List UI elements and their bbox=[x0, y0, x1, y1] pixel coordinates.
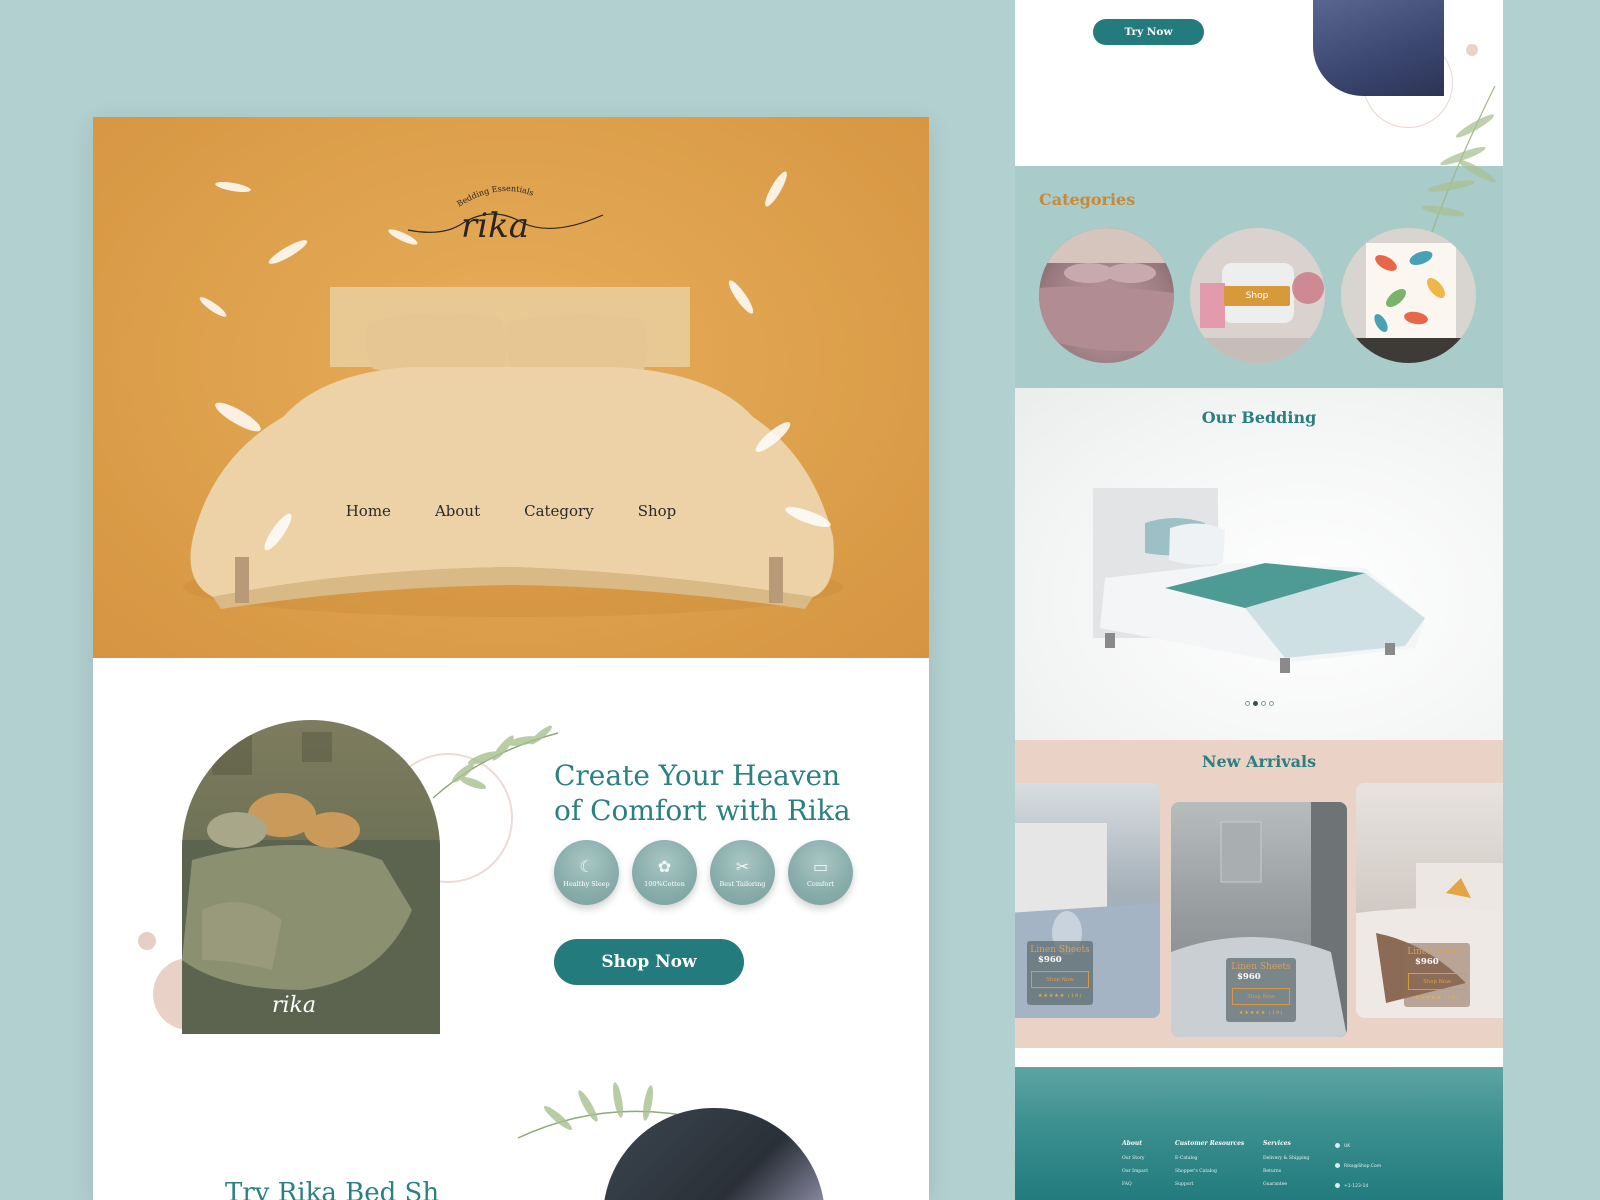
main-navigation: Home About Category Shop bbox=[93, 502, 929, 520]
cotton-icon: ✿ bbox=[657, 856, 672, 876]
mattress-photo bbox=[1313, 0, 1444, 96]
footer-link[interactable]: Shopper's Catalog bbox=[1175, 1165, 1244, 1178]
footer-link[interactable]: FAQ bbox=[1122, 1178, 1148, 1191]
footer-link[interactable]: Returns bbox=[1263, 1165, 1309, 1178]
bedroom-scene: rika bbox=[182, 732, 440, 1034]
feature-comfort: ▭ Comfort bbox=[788, 840, 853, 905]
contact-phone[interactable]: +1-123-14 bbox=[1335, 1177, 1381, 1197]
leaf-decoration bbox=[432, 725, 559, 799]
arrival-card-2[interactable]: Linen Sheets $960 Shop Now ★★★★★ (19) bbox=[1171, 802, 1347, 1037]
location-icon bbox=[1335, 1143, 1340, 1148]
cushion-image bbox=[1341, 228, 1476, 363]
brand-logo: rika Bedding Essentials bbox=[403, 175, 613, 255]
footer-contact: UK Rika@Shop.Com +1-123-14 bbox=[1335, 1137, 1381, 1197]
nav-home[interactable]: Home bbox=[324, 502, 413, 520]
arrival-card-3[interactable]: Linen Sheets $960 Shop Now ★★★★★ (19) bbox=[1356, 783, 1503, 1018]
site-footer: About Our Story Our Impact FAQ Customer … bbox=[1015, 1067, 1503, 1200]
nav-shop[interactable]: Shop bbox=[616, 502, 699, 520]
arrival-1-info: Linen Sheets $960 Shop Now ★★★★★ (19) bbox=[1027, 941, 1093, 1005]
email-icon bbox=[1335, 1163, 1340, 1168]
carousel-dot-3[interactable] bbox=[1260, 701, 1266, 706]
carousel-dot-4[interactable] bbox=[1268, 701, 1274, 706]
footer-col-resources: Customer Resources E-Catalog Shopper's C… bbox=[1175, 1140, 1244, 1191]
footer-col-services: Services Delivery & Shipping Returns Gua… bbox=[1263, 1140, 1309, 1191]
star-rating-icon: ★★★★★ (19) bbox=[1414, 995, 1460, 1001]
hero-banner: rika Bedding Essentials Home About Categ… bbox=[93, 117, 929, 658]
feature-badges: ☾ Healthy Sleep ✿ 100%Cotton ✂ Best Tail… bbox=[554, 840, 853, 905]
about-section: rika Create Your Heaven of Comfort with … bbox=[93, 658, 929, 1200]
categories-title: Categories bbox=[1039, 190, 1136, 209]
our-bedding-section: Our Bedding bbox=[1015, 388, 1503, 740]
categories-section: Categories Shop bbox=[1015, 86, 1503, 388]
our-bedding-title: Our Bedding bbox=[1201, 408, 1317, 427]
nav-category[interactable]: Category bbox=[502, 502, 616, 520]
star-rating-icon: ★★★★★ (19) bbox=[1238, 1010, 1284, 1016]
footer-link[interactable]: Delivery & Shipping bbox=[1263, 1152, 1309, 1165]
heading-line-1: Create Your Heaven bbox=[554, 759, 841, 792]
arrival-3-info: Linen Sheets $960 Shop Now ★★★★★ (19) bbox=[1404, 943, 1470, 1007]
decorative-dot bbox=[1466, 44, 1478, 56]
shop-now-button[interactable]: Shop Now bbox=[554, 939, 744, 985]
arrival-3-shop-button[interactable]: Shop Now bbox=[1408, 973, 1466, 990]
star-rating-icon: ★★★★★ (19) bbox=[1037, 993, 1083, 999]
decorative-dot bbox=[138, 932, 156, 950]
arrival-2-shop-button[interactable]: Shop Now bbox=[1232, 988, 1290, 1005]
carousel-dot-2[interactable] bbox=[1252, 701, 1258, 706]
new-arrivals-title: New Arrivals bbox=[1201, 752, 1317, 771]
category-pillows[interactable]: Shop bbox=[1190, 228, 1325, 363]
footer-link[interactable]: Our Impact bbox=[1122, 1165, 1148, 1178]
carousel-indicators bbox=[1015, 701, 1503, 706]
footer-link[interactable]: Guarantee bbox=[1263, 1178, 1309, 1191]
svg-text:rika: rika bbox=[461, 206, 529, 246]
footer-link[interactable]: E-Catalog bbox=[1175, 1152, 1244, 1165]
footer-link[interactable]: Support bbox=[1175, 1178, 1244, 1191]
try-now-button[interactable]: Try Now bbox=[1093, 19, 1204, 45]
category-cushions[interactable] bbox=[1341, 228, 1476, 363]
feature-healthy-sleep: ☾ Healthy Sleep bbox=[554, 840, 619, 905]
try-rika-title: Try Rika Bed Sh bbox=[225, 1178, 440, 1200]
heading-line-2: of Comfort with Rika bbox=[554, 794, 851, 827]
bedroom-arch-photo: rika bbox=[182, 720, 440, 1034]
footer-link[interactable]: Our Story bbox=[1122, 1152, 1148, 1165]
footer-col-about: About Our Story Our Impact FAQ bbox=[1122, 1140, 1148, 1191]
bedding-product-image bbox=[1093, 488, 1425, 673]
nav-about[interactable]: About bbox=[413, 502, 502, 520]
sleep-icon: ☾ bbox=[579, 856, 594, 876]
arrival-1-shop-button[interactable]: Shop Now bbox=[1031, 971, 1089, 988]
landing-page-panel: rika Bedding Essentials Home About Categ… bbox=[93, 117, 929, 1200]
feature-cotton: ✿ 100%Cotton bbox=[632, 840, 697, 905]
feature-tailoring: ✂ Best Tailoring bbox=[710, 840, 775, 905]
svg-text:Bedding Essentials: Bedding Essentials bbox=[455, 184, 535, 209]
carousel-dot-1[interactable] bbox=[1244, 701, 1250, 706]
arch-logo-text: rika bbox=[272, 993, 316, 1018]
sewing-machine-icon: ✂ bbox=[735, 856, 750, 876]
mobile-preview-panel: Try Now Categories Shop Our Bedding New … bbox=[1015, 0, 1503, 1200]
pillow-icon: ▭ bbox=[812, 856, 829, 876]
arrival-card-1[interactable]: Linen Sheets $960 Shop Now ★★★★★ (19) bbox=[1015, 783, 1160, 1018]
logo-script: rika Bedding Essentials bbox=[407, 184, 604, 246]
category-bed-linen[interactable] bbox=[1039, 228, 1174, 363]
category-shop-button[interactable]: Shop bbox=[1224, 286, 1290, 306]
contact-location: UK bbox=[1335, 1137, 1381, 1157]
arrival-2-info: Linen Sheets $960 Shop Now ★★★★★ (19) bbox=[1226, 958, 1296, 1022]
contact-email[interactable]: Rika@Shop.Com bbox=[1335, 1157, 1381, 1177]
hero-heading: Create Your Heaven of Comfort with Rika bbox=[554, 758, 884, 828]
phone-icon bbox=[1335, 1183, 1340, 1188]
bed-linen-image bbox=[1039, 228, 1174, 352]
new-arrivals-section: New Arrivals Linen Sheets $960 Shop Now … bbox=[1015, 740, 1503, 1048]
